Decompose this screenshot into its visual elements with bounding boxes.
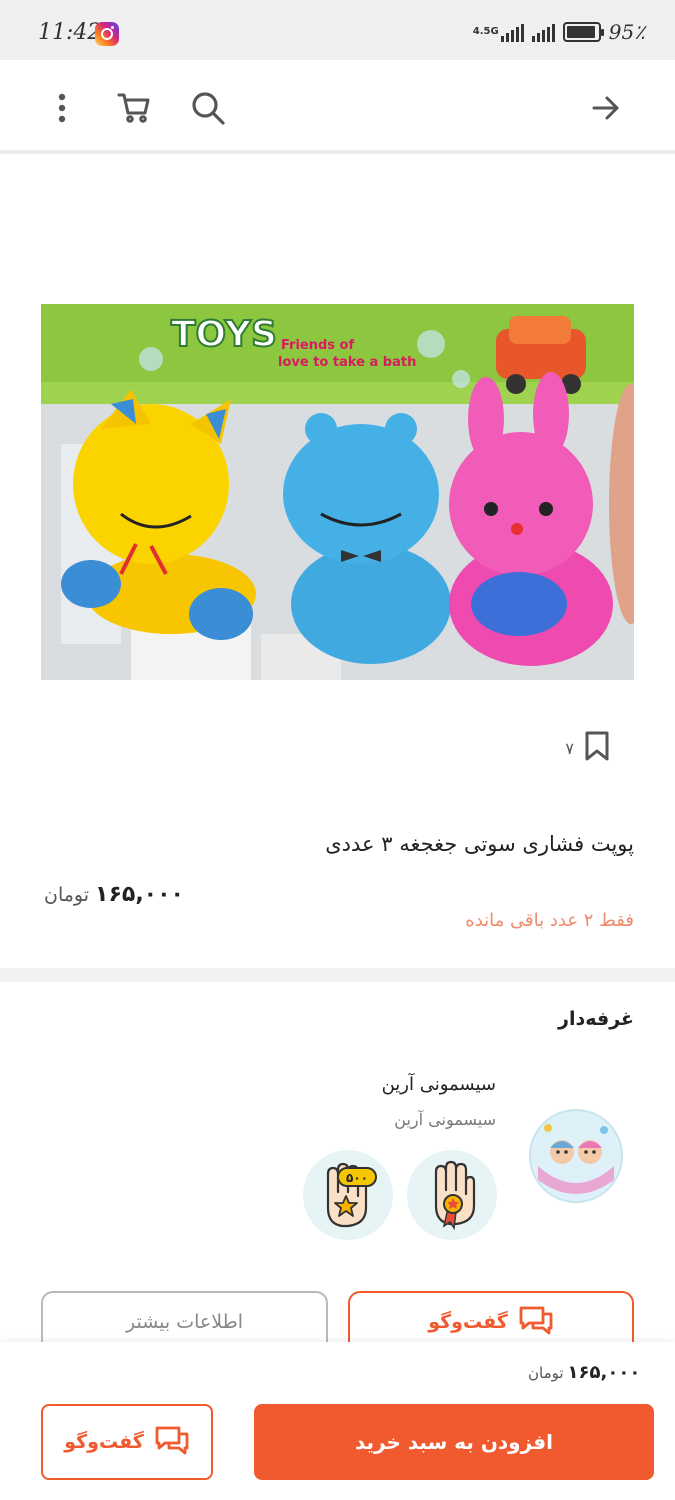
vendor-logo[interactable] xyxy=(528,1108,624,1204)
badge-500-icon[interactable]: ۵۰۰ xyxy=(303,1150,393,1240)
signal-icon-2 xyxy=(531,22,555,42)
bottom-chat-label: گفت‌وگو xyxy=(64,1431,144,1453)
arrow-right-icon[interactable] xyxy=(582,84,630,132)
bookmark-icon[interactable] xyxy=(584,730,610,766)
badge-500-text: ۵۰۰ xyxy=(346,1171,368,1185)
section-divider xyxy=(0,968,675,982)
cart-icon[interactable] xyxy=(110,84,158,132)
medal-badge-icon[interactable] xyxy=(407,1150,497,1240)
instagram-icon xyxy=(95,22,119,46)
status-bar: 11:42 4.5G 95٪ xyxy=(0,0,675,60)
image-tagline-2: love to take a bath xyxy=(278,355,416,370)
vendor-name[interactable]: سیسمونی آرین xyxy=(382,1074,496,1095)
image-brand-text: TOYS xyxy=(171,314,277,355)
bottom-price-value: ۱۶۵,۰۰۰ xyxy=(567,1362,641,1383)
app-toolbar xyxy=(0,60,675,154)
add-to-cart-button[interactable]: افزودن به سبد خرید xyxy=(254,1404,654,1480)
price-row: تومان ۱۶۵,۰۰۰ xyxy=(44,882,184,907)
stock-note: فقط ۲ عدد باقی مانده xyxy=(465,910,634,931)
product-image[interactable]: TOYS Friends of love to take a bath xyxy=(41,304,634,680)
bottom-price-currency: تومان xyxy=(528,1364,564,1382)
bottom-bar: تومان ۱۶۵,۰۰۰ گفت‌وگو افزودن به سبد خرید xyxy=(0,1342,675,1500)
battery-percent: 95٪ xyxy=(608,20,645,44)
price-value: ۱۶۵,۰۰۰ xyxy=(95,882,184,907)
vendor-chat-label: گفت‌وگو xyxy=(428,1311,508,1333)
status-time: 11:42 xyxy=(38,20,102,45)
more-vert-icon[interactable] xyxy=(38,84,86,132)
chat-icon xyxy=(518,1305,554,1340)
battery-icon xyxy=(562,22,604,42)
vendor-heading: غرفه‌دار xyxy=(558,1008,634,1030)
more-info-label: اطلاعات بیشتر xyxy=(126,1311,243,1333)
signal-icon xyxy=(500,22,524,42)
network-type: 4.5G xyxy=(472,26,499,37)
image-tagline-1: Friends of xyxy=(281,338,354,353)
chat-icon xyxy=(154,1425,190,1460)
bottom-price: تومان ۱۶۵,۰۰۰ xyxy=(528,1362,640,1383)
status-indicators: 4.5G 95٪ xyxy=(473,20,645,44)
search-icon[interactable] xyxy=(184,84,232,132)
price-currency: تومان xyxy=(44,884,90,906)
product-title: پوپت فشاری سوتی جغجغه ۳ عددی xyxy=(325,832,634,856)
vendor-subtitle: سیسمونی آرین xyxy=(394,1110,496,1129)
bottom-chat-button[interactable]: گفت‌وگو xyxy=(41,1404,213,1480)
bookmark-count: ۷ xyxy=(565,738,574,758)
bookmark-row: ۷ xyxy=(565,730,610,766)
